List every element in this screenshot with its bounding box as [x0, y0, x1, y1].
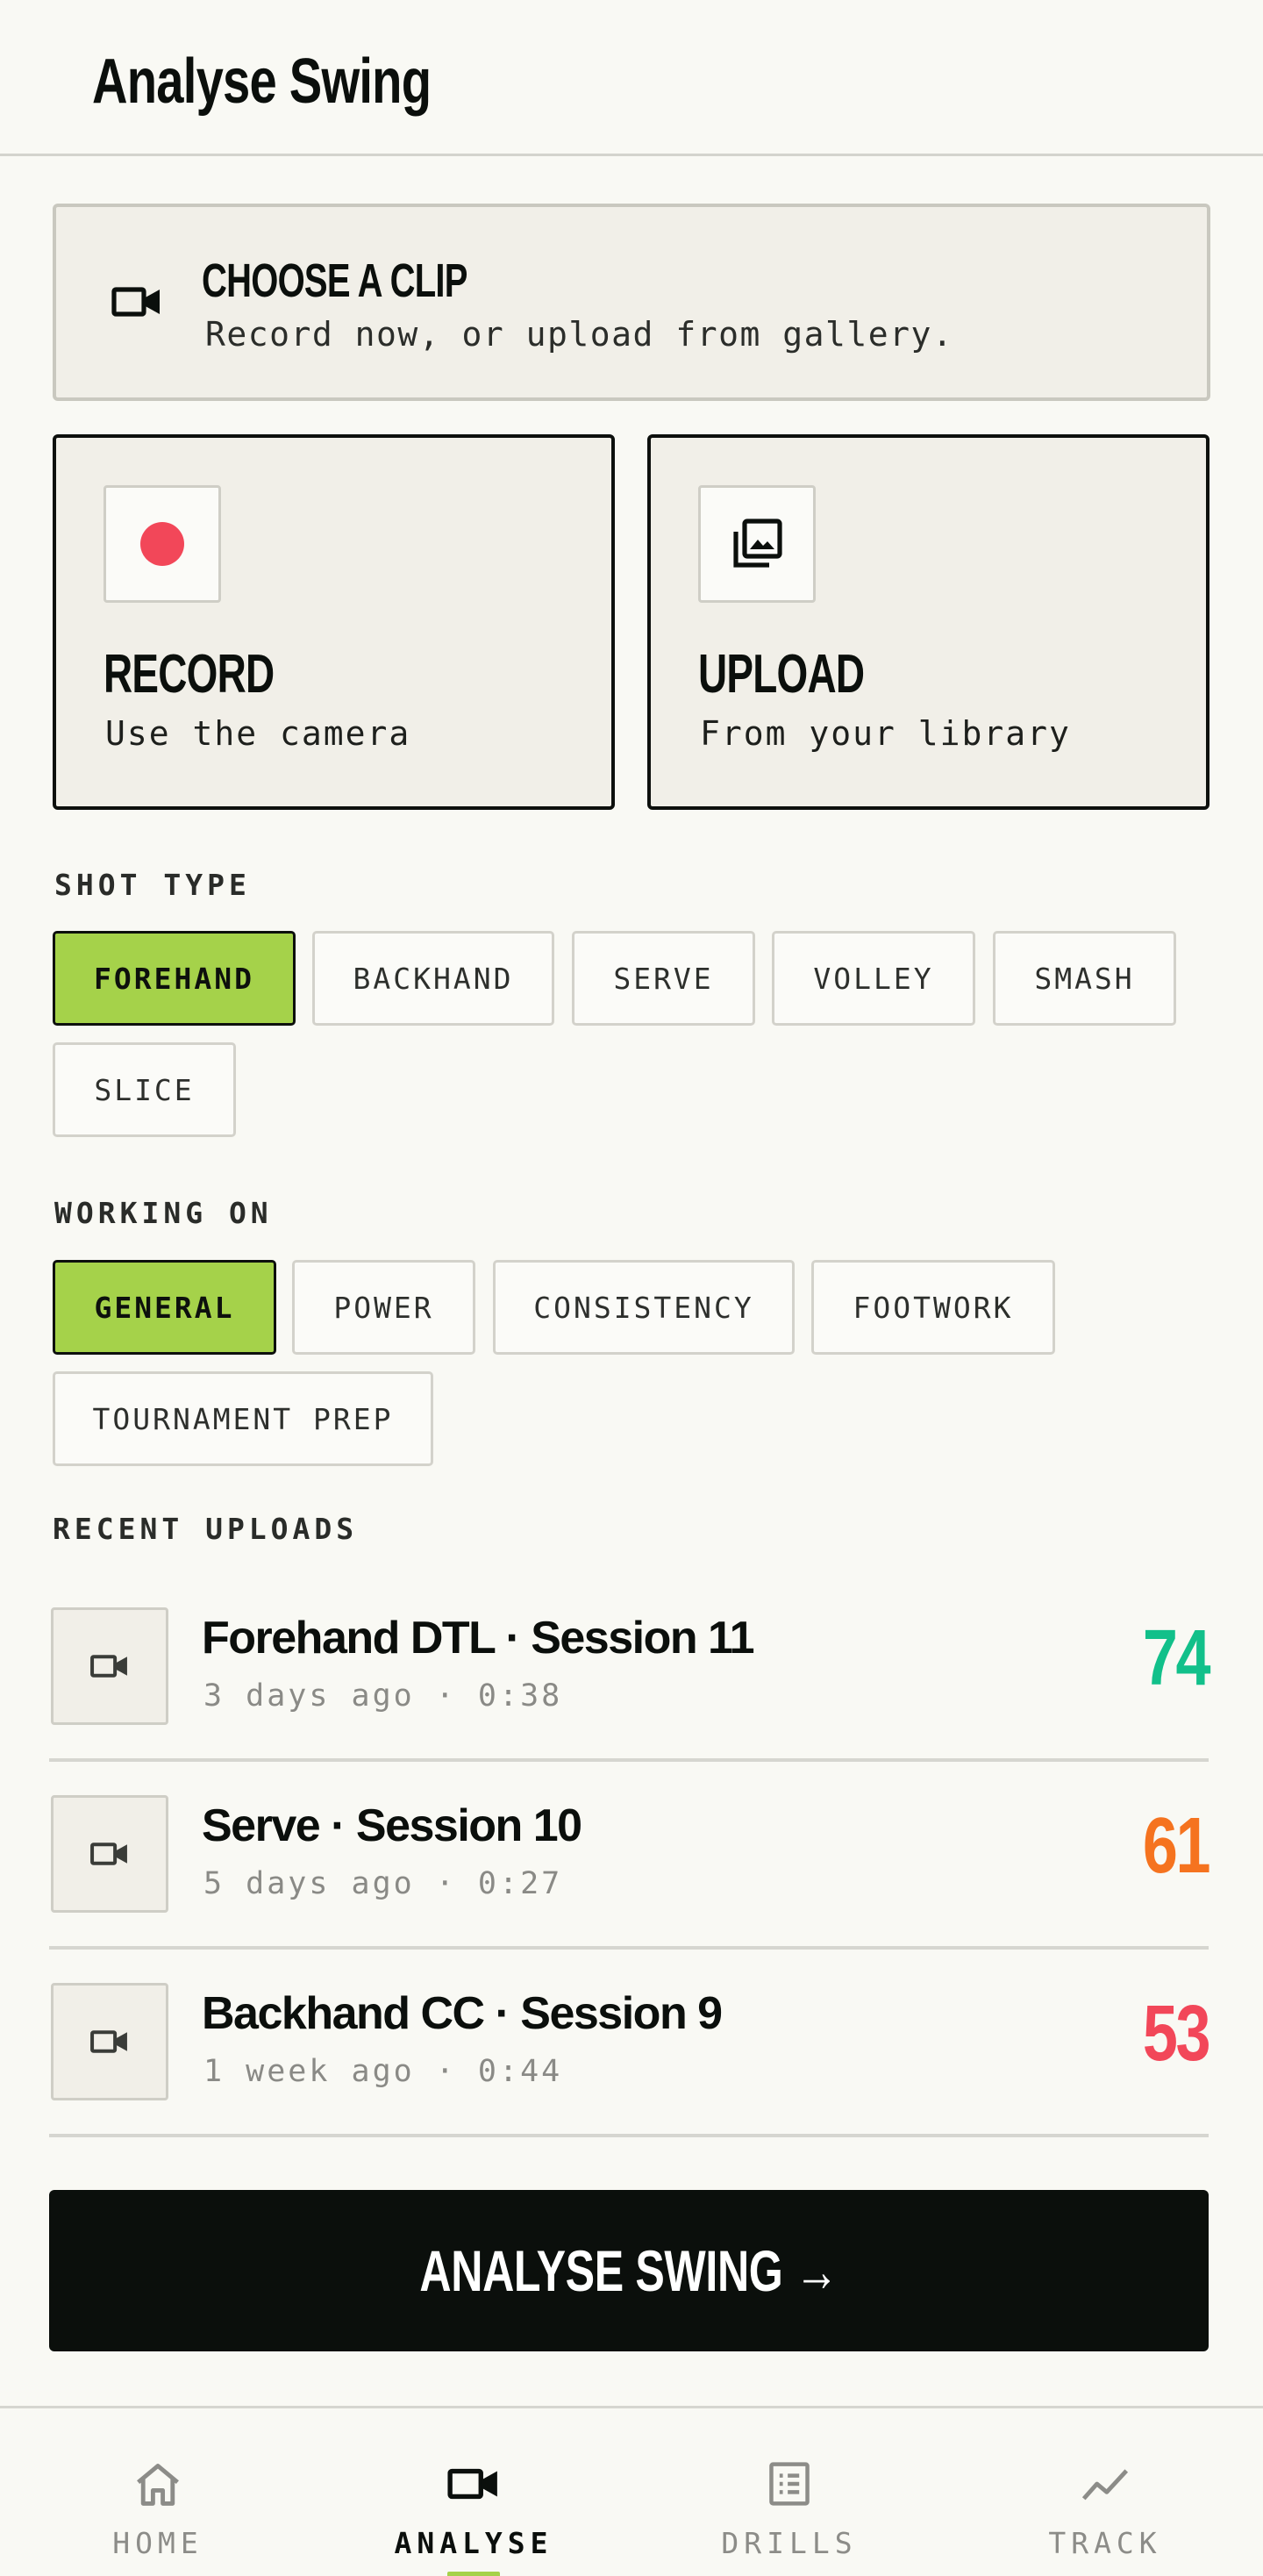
nav-label-analyse: ANALYSE	[394, 2526, 553, 2560]
trend-line-icon	[1081, 2469, 1129, 2501]
banner-title: CHOOSE A CLIP	[202, 254, 467, 307]
page-title: Analyse Swing	[92, 47, 432, 117]
clip-score: 53	[1142, 1990, 1211, 2078]
clip-title: Serve · Session 10	[202, 1800, 582, 1851]
analyse-swing-label: ANALYSE SWING →	[419, 2238, 838, 2303]
video-camera-icon	[90, 2030, 127, 2053]
working-on-label: WORKING ON	[54, 1196, 273, 1230]
list-item[interactable]: Forehand DTL · Session 11 3 days ago · 0…	[49, 1574, 1211, 1762]
chip-volley[interactable]: VOLLEY	[772, 931, 975, 1026]
clip-score: 61	[1142, 1802, 1211, 1890]
clip-score: 74	[1142, 1614, 1211, 1702]
clip-meta: 1 week ago · 0:44	[203, 2054, 563, 2089]
nav-item-analyse[interactable]: ANALYSE	[316, 2408, 632, 2576]
chip-general[interactable]: GENERAL	[53, 1260, 276, 1355]
record-card[interactable]: RECORD Use the camera	[53, 434, 615, 810]
clip-title: Forehand DTL · Session 11	[202, 1613, 755, 1664]
nav-label-drills: DRILLS	[721, 2526, 858, 2560]
chip-power[interactable]: POWER	[292, 1260, 475, 1355]
chip-smash[interactable]: SMASH	[993, 931, 1176, 1026]
video-camera-icon	[90, 1843, 127, 1865]
nav-item-drills[interactable]: DRILLS	[632, 2408, 947, 2576]
chip-consistency[interactable]: CONSISTENCY	[493, 1260, 795, 1355]
active-tab-indicator	[447, 2572, 500, 2576]
chip-footwork[interactable]: FOOTWORK	[811, 1260, 1055, 1355]
clip-thumbnail	[51, 1607, 168, 1725]
recent-uploads-label: RECENT UPLOADS	[53, 1512, 359, 1546]
analyse-swing-button[interactable]: ANALYSE SWING →	[49, 2190, 1209, 2351]
clip-meta: 3 days ago · 0:38	[203, 1678, 563, 1714]
chip-forehand[interactable]: FOREHAND	[53, 931, 296, 1026]
chip-tournament-prep[interactable]: TOURNAMENT PREP	[53, 1371, 433, 1466]
banner-subtitle: Record now, or upload from gallery.	[205, 315, 954, 354]
list-item[interactable]: Serve · Session 10 5 days ago · 0:27 61	[49, 1762, 1211, 1950]
record-title: RECORD	[103, 644, 275, 705]
clip-title: Backhand CC · Session 9	[202, 1988, 723, 2039]
upload-subtitle: From your library	[700, 714, 1071, 753]
upload-title: UPLOAD	[698, 644, 865, 705]
clip-thumbnail	[51, 1795, 168, 1913]
clip-thumbnail	[51, 1983, 168, 2100]
list-icon	[769, 2462, 810, 2506]
upload-card[interactable]: UPLOAD From your library	[647, 434, 1209, 810]
bottom-nav: HOME ANALYSE DRILLS TRACK	[0, 2406, 1263, 2576]
chip-serve[interactable]: SERVE	[572, 931, 755, 1026]
record-icon-box	[103, 485, 221, 603]
nav-item-track[interactable]: TRACK	[947, 2408, 1263, 2576]
upload-icon-box	[698, 485, 816, 603]
nav-label-home: HOME	[112, 2526, 203, 2560]
list-item[interactable]: Backhand CC · Session 9 1 week ago · 0:4…	[49, 1950, 1211, 2137]
photo-library-icon	[733, 519, 782, 568]
record-subtitle: Use the camera	[105, 714, 411, 753]
chip-slice[interactable]: SLICE	[53, 1042, 236, 1137]
shot-type-label: SHOT TYPE	[54, 868, 251, 902]
video-camera-icon	[447, 2468, 497, 2500]
nav-item-home[interactable]: HOME	[0, 2408, 316, 2576]
home-icon	[137, 2464, 179, 2506]
video-camera-icon	[90, 1655, 127, 1678]
nav-label-track: TRACK	[1048, 2526, 1162, 2560]
choose-clip-banner: CHOOSE A CLIP Record now, or upload from…	[53, 204, 1210, 401]
app-header: Analyse Swing	[0, 0, 1263, 156]
clip-meta: 5 days ago · 0:27	[203, 1866, 563, 1901]
chip-backhand[interactable]: BACKHAND	[312, 931, 554, 1026]
record-dot-icon	[140, 522, 184, 566]
video-camera-icon	[111, 287, 160, 317]
